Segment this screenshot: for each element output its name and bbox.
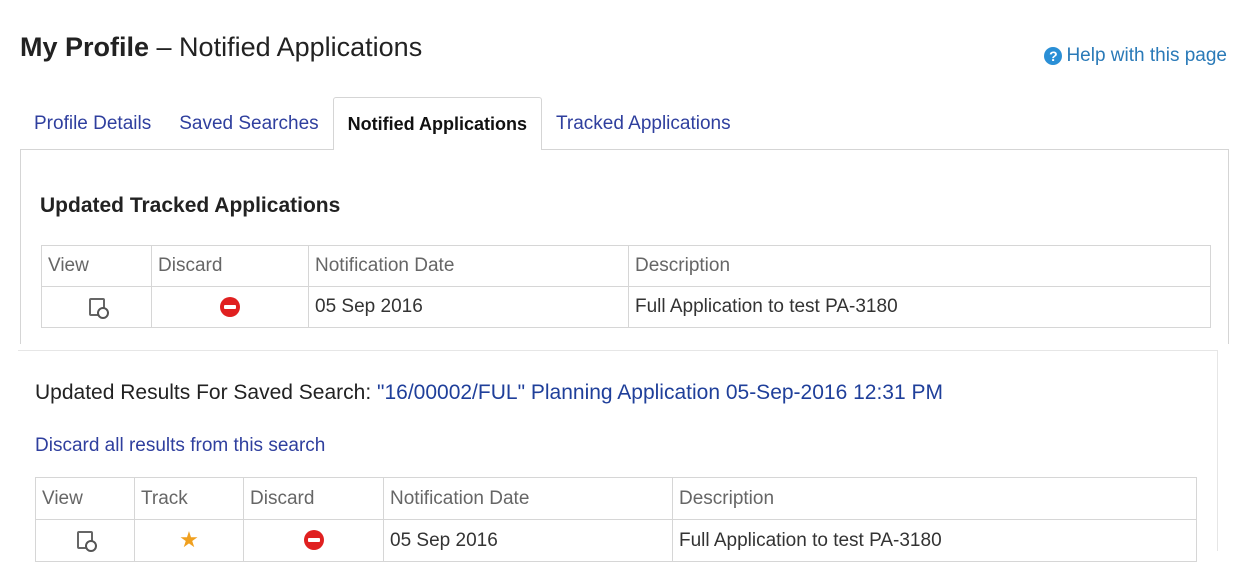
tab-panel: Updated Tracked Applications View Discar… — [20, 149, 1229, 344]
discard-cell — [243, 519, 384, 562]
page-title-strong: My Profile — [20, 32, 150, 62]
tracked-section-title: Updated Tracked Applications — [40, 194, 341, 217]
help-link[interactable]: ? Help with this page — [1044, 45, 1227, 67]
discard-icon[interactable] — [303, 530, 324, 551]
column-header-view: View — [41, 245, 152, 287]
column-header-notification-date: Notification Date — [383, 477, 673, 520]
view-cell — [41, 286, 152, 328]
description-cell: Full Application to test PA-3180 — [628, 286, 1211, 328]
discard-cell — [151, 286, 309, 328]
column-header-view: View — [35, 477, 135, 520]
saved-search-title: Updated Results For Saved Search: "16/00… — [35, 381, 943, 405]
saved-search-name: "16/00002/FUL" Planning Application 05-S… — [377, 381, 943, 404]
page-title-rest: – Notified Applications — [149, 32, 423, 62]
saved-search-results-table: View Track Discard Notification Date Des… — [35, 477, 1197, 562]
tab-tracked-applications[interactable]: Tracked Applications — [542, 98, 745, 150]
table-row: 05 Sep 2016 Full Application to test PA-… — [41, 286, 1211, 328]
table-header-row: View Discard Notification Date Descripti… — [41, 245, 1211, 287]
help-link-label: Help with this page — [1066, 45, 1227, 66]
column-header-description: Description — [628, 245, 1211, 287]
star-icon[interactable]: ★ — [179, 529, 199, 551]
view-document-icon[interactable] — [77, 531, 97, 553]
help-icon: ? — [1044, 47, 1063, 65]
column-header-notification-date: Notification Date — [308, 245, 629, 287]
tracked-applications-table: View Discard Notification Date Descripti… — [41, 245, 1211, 328]
notification-date-cell: 05 Sep 2016 — [383, 519, 673, 562]
saved-search-section: Updated Results For Saved Search: "16/00… — [18, 350, 1218, 562]
view-cell — [35, 519, 135, 562]
discard-icon[interactable] — [220, 296, 240, 317]
notification-date-cell: 05 Sep 2016 — [308, 286, 629, 328]
table-header-row: View Track Discard Notification Date Des… — [35, 477, 1197, 520]
view-document-icon[interactable] — [88, 297, 109, 319]
saved-search-title-prefix: Updated Results For Saved Search: — [35, 381, 378, 404]
column-header-track: Track — [134, 477, 244, 520]
column-header-discard: Discard — [243, 477, 384, 520]
tab-profile-details[interactable]: Profile Details — [20, 98, 165, 150]
page-title: My Profile – Notified Applications — [20, 30, 422, 64]
table-row: ★ 05 Sep 2016 Full Application to test P… — [35, 519, 1197, 562]
discard-all-results-link[interactable]: Discard all results from this search — [35, 435, 325, 457]
column-header-description: Description — [672, 477, 1197, 520]
column-header-discard: Discard — [151, 245, 309, 287]
profile-tabs: Profile Details Saved Searches Notified … — [20, 97, 745, 150]
page-header: My Profile – Notified Applications ? Hel… — [0, 0, 1248, 98]
tab-saved-searches[interactable]: Saved Searches — [165, 98, 332, 150]
tab-notified-applications[interactable]: Notified Applications — [332, 97, 542, 150]
track-cell: ★ — [134, 519, 244, 562]
description-cell: Full Application to test PA-3180 — [672, 519, 1197, 562]
